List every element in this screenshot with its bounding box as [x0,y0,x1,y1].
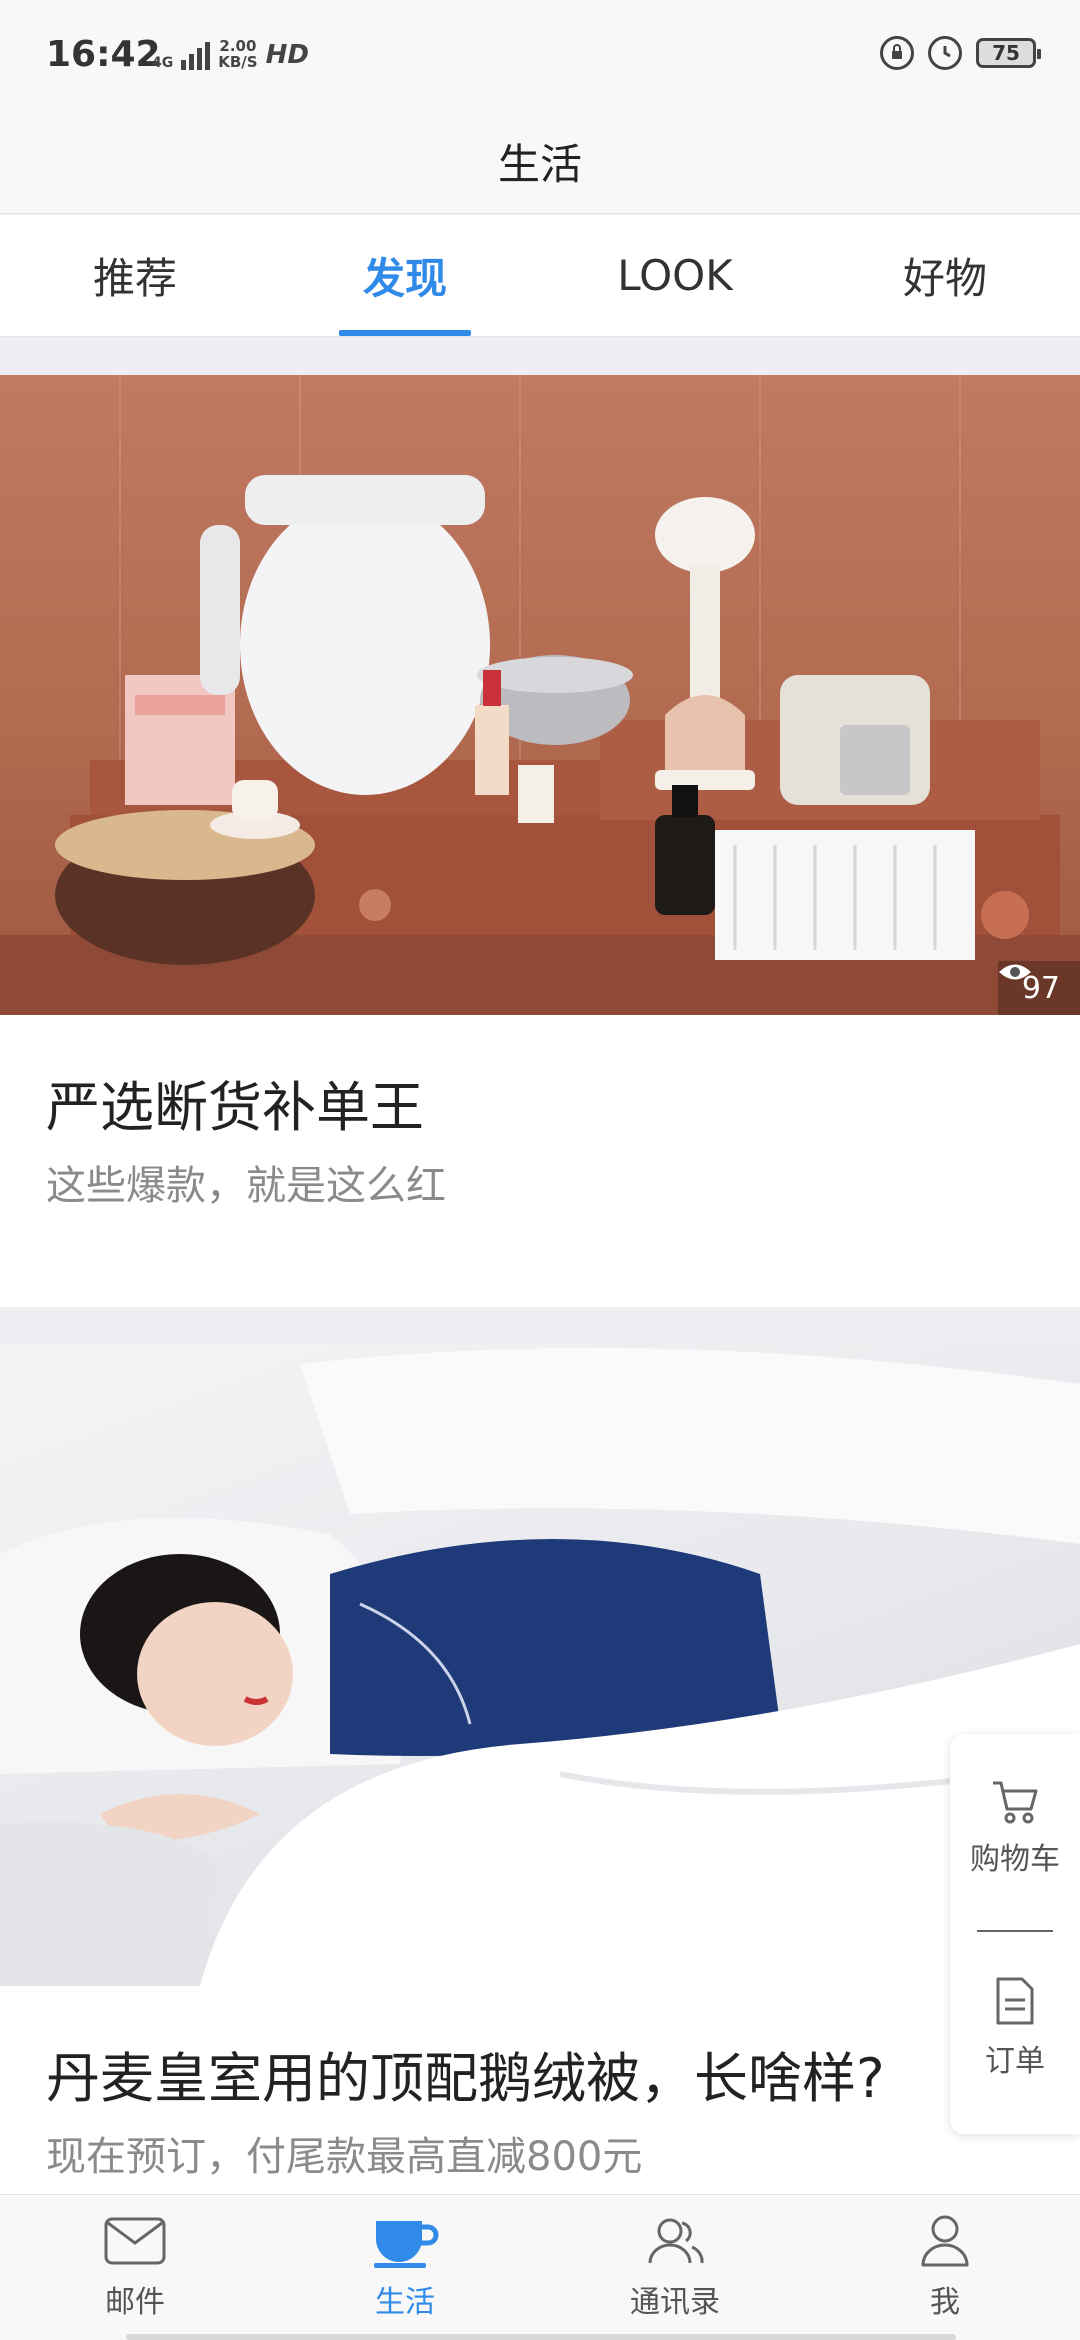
rotation-lock-icon [880,36,914,70]
cart-icon [993,1781,1038,1824]
tab-look[interactable]: LOOK [540,215,810,336]
feed-card[interactable]: 丹麦皇室用的顶配鹅绒被，长啥样? 现在预订，付尾款最高直减800元 [0,1344,1080,2194]
status-bar: 16:42 4G 2.00 KB/S HD 75 [0,0,1080,110]
status-icons: 75 [880,36,1041,70]
network-type: 4G [152,55,174,71]
floating-shop-panel: 购物车 订单 [950,1734,1080,2134]
nav-label-life: 生活 [375,2285,435,2320]
eye-icon [998,964,1031,980]
cart-button[interactable]: 购物车 [970,1734,1060,1930]
nav-label-contacts: 通讯录 [630,2285,720,2320]
page-header: 生活 [0,110,1080,214]
network-speed: 2.00 KB/S [218,37,258,71]
sleeping-woman-illustration [0,1348,1080,1986]
view-count-badge: 97 [997,961,1080,1015]
battery-icon: 75 [976,38,1041,68]
product-collage-image[interactable]: 97 [0,375,1080,1015]
feed-card[interactable]: 97 严选断货补单王 这些爆款，就是这么红 [0,375,1080,1307]
status-time: 16:42 [46,34,161,75]
app-screen: 16:42 4G 2.00 KB/S HD 75 生活 推荐 发现 LOOK 好… [0,0,1080,2340]
card-subtitle: 这些爆款，就是这么红 [46,1163,446,1209]
orders-button[interactable]: 订单 [985,1932,1045,2128]
cart-label: 购物车 [970,1842,1060,1877]
signal-icon [181,40,211,70]
profile-icon [921,2215,969,2267]
product-collage-illustration [0,375,1080,1015]
nav-item-me[interactable]: 我 [810,2195,1080,2340]
orders-label: 订单 [985,2044,1045,2079]
alarm-icon [928,36,962,70]
contacts-icon [648,2218,704,2264]
nav-label-me: 我 [930,2285,960,2320]
order-list-icon [996,1977,1034,2025]
nav-item-contacts[interactable]: 通讯录 [540,2195,810,2340]
nav-item-mail[interactable]: 邮件 [0,2195,270,2340]
card-title[interactable]: 丹麦皇室用的顶配鹅绒被，长啥样? [46,2034,885,2113]
page-title: 生活 [497,140,582,189]
mail-icon [104,2217,166,2265]
nav-label-mail: 邮件 [105,2285,165,2320]
network-indicator: 4G 2.00 KB/S HD [152,38,309,70]
bottom-nav: 邮件 生活 通讯录 我 [0,2194,1080,2340]
battery-level: 75 [992,41,1020,65]
sleeping-woman-image[interactable] [0,1344,1080,1986]
card-title[interactable]: 严选断货补单王 [46,1063,424,1142]
card-subtitle: 现在预订，付尾款最高直减800元 [46,2134,643,2180]
home-indicator[interactable] [126,2334,956,2340]
cup-icon [374,2221,439,2268]
hd-indicator: HD [265,40,309,70]
category-tabs: 推荐 发现 LOOK 好物 [0,215,1080,337]
nav-item-life[interactable]: 生活 [270,2195,540,2340]
tab-recommend[interactable]: 推荐 [0,215,270,336]
tab-discover[interactable]: 发现 [270,215,540,336]
tab-goods[interactable]: 好物 [810,215,1080,336]
